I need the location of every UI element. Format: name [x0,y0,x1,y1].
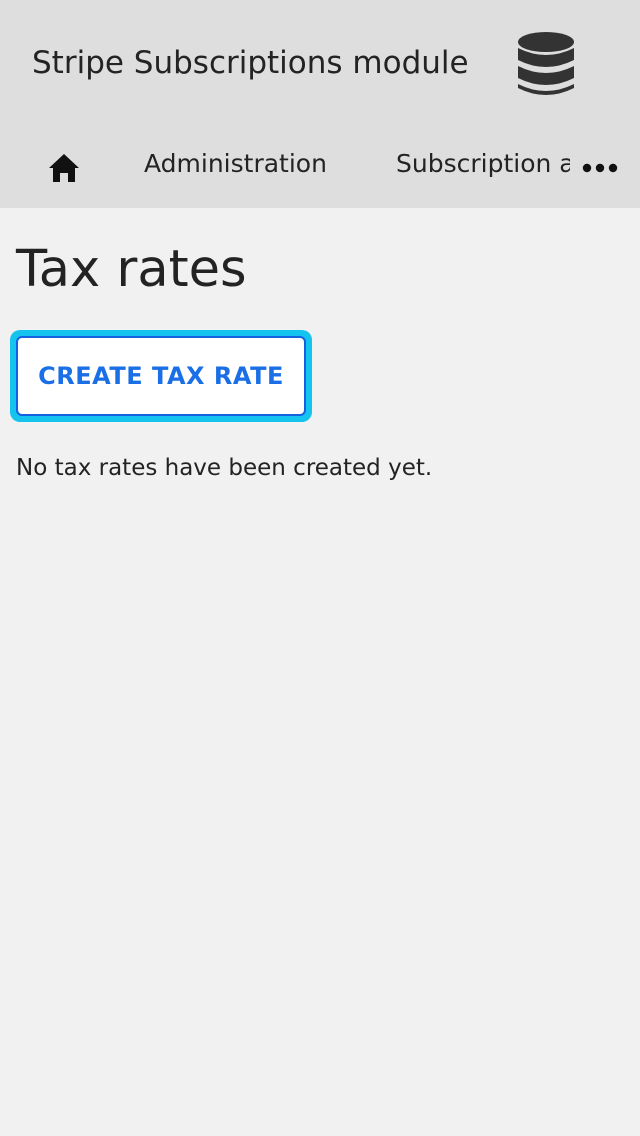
empty-state-message: No tax rates have been created yet. [16,455,433,481]
create-button-focus-ring: CREATE TAX RATE [10,330,312,422]
app-header: Stripe Subscriptions module Administrati… [0,0,640,208]
home-icon [49,154,79,182]
nav-item-subscriptions[interactable]: Subscription and tax [396,148,570,180]
nav-more[interactable] [578,148,622,188]
app-title: Stripe Subscriptions module [32,45,469,81]
database-icon[interactable] [516,30,576,98]
create-tax-rate-button[interactable]: CREATE TAX RATE [16,336,306,416]
nav-home[interactable] [44,148,84,188]
more-horizontal-icon [582,163,618,173]
main-nav: Administration Subscription and tax [0,128,640,208]
nav-item-administration[interactable]: Administration [144,148,327,180]
page-title: Tax rates [16,240,247,299]
